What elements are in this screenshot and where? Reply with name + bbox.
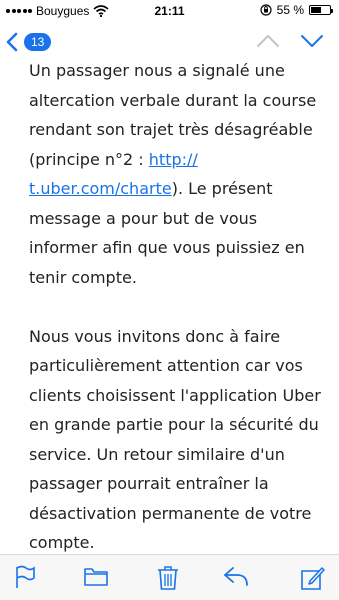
reply-icon[interactable]: [222, 565, 250, 587]
chevron-left-icon: [6, 32, 18, 52]
message-body: Un passager nous a signalé une altercati…: [29, 56, 329, 553]
status-right: 55 %: [260, 3, 333, 17]
trash-icon[interactable]: [156, 565, 180, 591]
folder-icon[interactable]: [83, 565, 109, 587]
back-to-inbox-button[interactable]: 13: [6, 32, 52, 52]
message-paragraph-2: Nous vous invitons donc à faire particul…: [29, 326, 321, 553]
previous-message-button[interactable]: [256, 34, 280, 48]
unread-count-badge: 13: [24, 33, 52, 51]
compose-icon[interactable]: [300, 565, 326, 591]
flag-icon[interactable]: [14, 565, 36, 589]
battery-percent: 55 %: [276, 3, 304, 17]
battery-icon: [309, 5, 333, 15]
status-bar: Bouygues 21:11 55 %: [0, 0, 339, 22]
next-message-button[interactable]: [300, 34, 324, 48]
orientation-lock-icon: [260, 4, 272, 16]
bottom-toolbar: [0, 554, 339, 600]
message-paragraph-1: Un passager nous a signalé une altercati…: [29, 56, 329, 292]
